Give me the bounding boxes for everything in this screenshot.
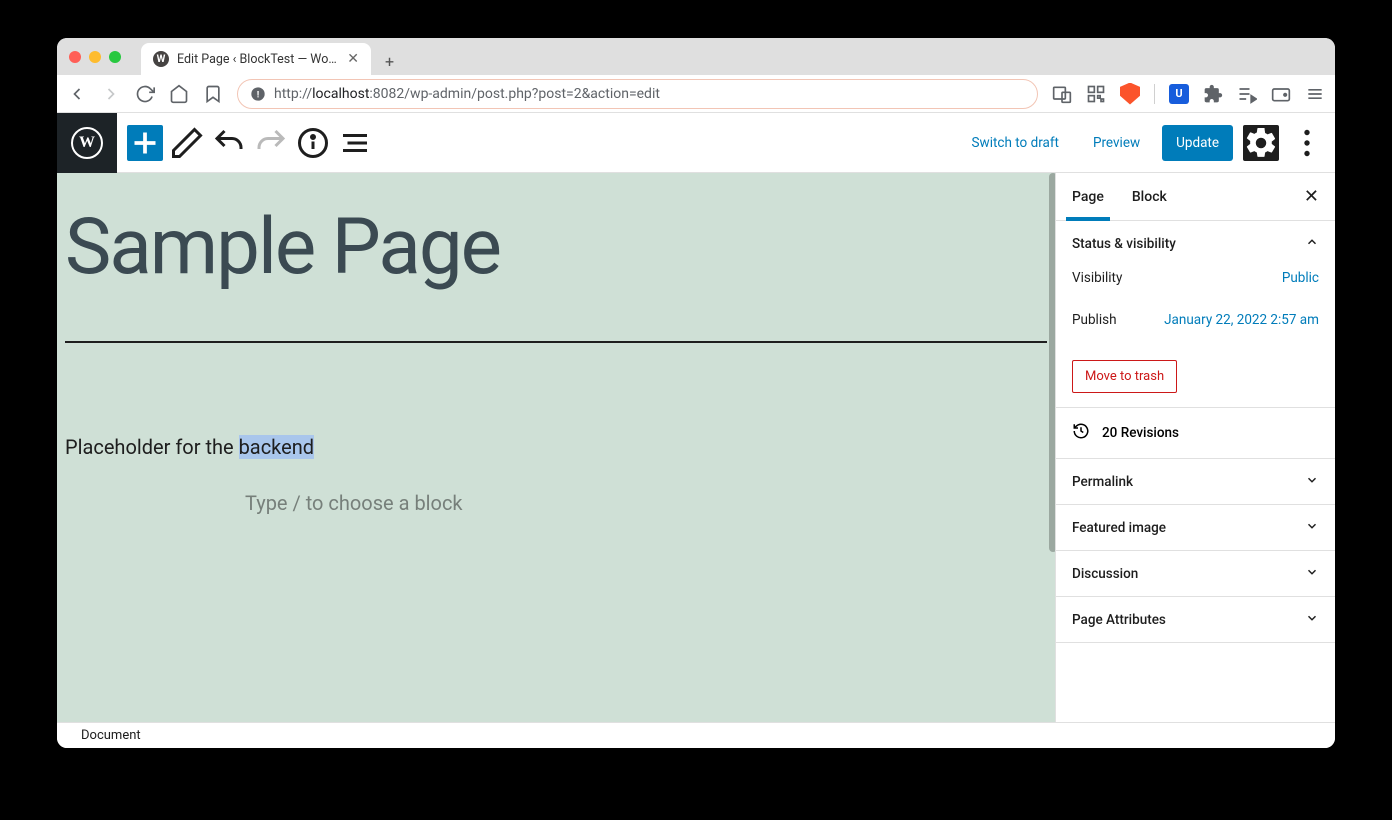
bookmark-button[interactable] [203,84,223,104]
permalink-label: Permalink [1072,474,1133,490]
sidebar-tabs: Page Block ✕ [1056,173,1335,221]
editor-toolbar: W Switch to draft Preview Update [57,113,1335,173]
separator-block[interactable] [65,341,1047,343]
featured-image-label: Featured image [1072,520,1166,536]
page-attributes-label: Page Attributes [1072,612,1166,628]
editor-body: Sample Page Placeholder for the backend … [57,173,1335,722]
visibility-value[interactable]: Public [1282,270,1319,286]
discussion-toggle[interactable]: Discussion [1072,565,1319,582]
add-block-button[interactable] [127,125,163,161]
status-visibility-toggle[interactable]: Status & visibility [1072,235,1319,252]
address-bar: ! http://localhost:8082/wp-admin/post.ph… [57,75,1335,113]
editor-statusbar: Document [57,722,1335,748]
tabstrip: W Edit Page ‹ BlockTest — WordPr ✕ + [141,38,400,75]
close-window-button[interactable] [69,51,81,63]
publish-label: Publish [1072,312,1117,328]
edit-mode-button[interactable] [169,125,205,161]
info-button[interactable] [295,125,331,161]
paragraph-block[interactable]: Placeholder for the backend [65,435,1047,459]
wordpress-editor: W Switch to draft Preview Update [57,113,1335,748]
forward-button[interactable] [101,84,121,104]
toolbar-right: Switch to draft Preview Update [960,125,1325,161]
titlebar: W Edit Page ‹ BlockTest — WordPr ✕ + [57,38,1335,75]
update-button[interactable]: Update [1162,125,1233,161]
tab-page[interactable]: Page [1072,173,1104,220]
page-title-input[interactable]: Sample Page [65,203,1047,293]
outline-button[interactable] [337,125,373,161]
wordpress-favicon: W [153,51,169,67]
playlist-icon[interactable] [1237,84,1257,104]
divider [1154,84,1155,104]
history-icon [1072,422,1090,444]
permalink-toggle[interactable]: Permalink [1072,473,1319,490]
featured-image-toggle[interactable]: Featured image [1072,519,1319,536]
preview-button[interactable]: Preview [1081,125,1152,161]
redo-button[interactable] [253,125,289,161]
chevron-down-icon [1305,611,1319,628]
breadcrumb[interactable]: Document [81,728,141,743]
discussion-label: Discussion [1072,566,1138,582]
featured-image-panel: Featured image [1056,505,1335,551]
page-attributes-toggle[interactable]: Page Attributes [1072,611,1319,628]
discussion-panel: Discussion [1056,551,1335,597]
revisions-panel[interactable]: 20 Revisions [1056,408,1335,459]
brave-shield-icon[interactable] [1120,84,1140,104]
editor-canvas: Sample Page Placeholder for the backend … [65,203,1047,515]
tab-block[interactable]: Block [1132,173,1167,220]
undo-button[interactable] [211,125,247,161]
home-button[interactable] [169,84,189,104]
more-options-button[interactable] [1289,125,1325,161]
wordpress-logo-button[interactable]: W [57,113,117,173]
responsive-icon[interactable] [1052,84,1072,104]
visibility-row: Visibility Public [1072,270,1319,286]
chevron-up-icon [1305,235,1319,252]
settings-toggle-button[interactable] [1243,125,1279,161]
permalink-panel: Permalink [1056,459,1335,505]
switch-to-draft-button[interactable]: Switch to draft [960,125,1071,161]
empty-block-placeholder[interactable]: Type / to choose a block [65,491,1047,515]
url-input[interactable]: ! http://localhost:8082/wp-admin/post.ph… [237,79,1038,109]
status-visibility-label: Status & visibility [1072,236,1176,252]
browser-menu-icon[interactable] [1305,84,1325,104]
chevron-down-icon [1305,519,1319,536]
minimize-window-button[interactable] [89,51,101,63]
reload-button[interactable] [135,84,155,104]
toolbar-left [127,125,373,161]
qr-icon[interactable] [1086,84,1106,104]
editor-canvas-wrap[interactable]: Sample Page Placeholder for the backend … [57,173,1055,722]
bitwarden-icon[interactable]: U [1169,84,1189,104]
traffic-lights [69,51,121,63]
settings-sidebar: Page Block ✕ Status & visibility Visibil… [1055,173,1335,722]
tab-title: Edit Page ‹ BlockTest — WordPr [177,52,339,67]
url-text: http://localhost:8082/wp-admin/post.php?… [274,86,1025,102]
site-info-icon[interactable]: ! [250,86,266,102]
chevron-down-icon [1305,473,1319,490]
status-visibility-body: Visibility Public Publish January 22, 20… [1072,270,1319,393]
back-button[interactable] [67,84,87,104]
revisions-label: 20 Revisions [1102,425,1179,441]
visibility-label: Visibility [1072,270,1122,286]
maximize-window-button[interactable] [109,51,121,63]
publish-value[interactable]: January 22, 2022 2:57 am [1164,312,1319,328]
close-sidebar-button[interactable]: ✕ [1304,186,1319,207]
status-visibility-panel: Status & visibility Visibility Public Pu… [1056,221,1335,408]
browser-tab[interactable]: W Edit Page ‹ BlockTest — WordPr ✕ [141,43,371,75]
browser-extension-icons: U [1052,84,1325,104]
extensions-icon[interactable] [1203,84,1223,104]
wallet-icon[interactable] [1271,84,1291,104]
page-attributes-panel: Page Attributes [1056,597,1335,643]
new-tab-button[interactable]: + [379,48,400,75]
chevron-down-icon [1305,565,1319,582]
scrollbar-vertical[interactable] [1049,173,1055,552]
move-to-trash-button[interactable]: Move to trash [1072,360,1177,393]
tab-close-icon[interactable]: ✕ [347,51,359,67]
browser-window: W Edit Page ‹ BlockTest — WordPr ✕ + ! h… [57,38,1335,748]
publish-row: Publish January 22, 2022 2:57 am [1072,312,1319,328]
